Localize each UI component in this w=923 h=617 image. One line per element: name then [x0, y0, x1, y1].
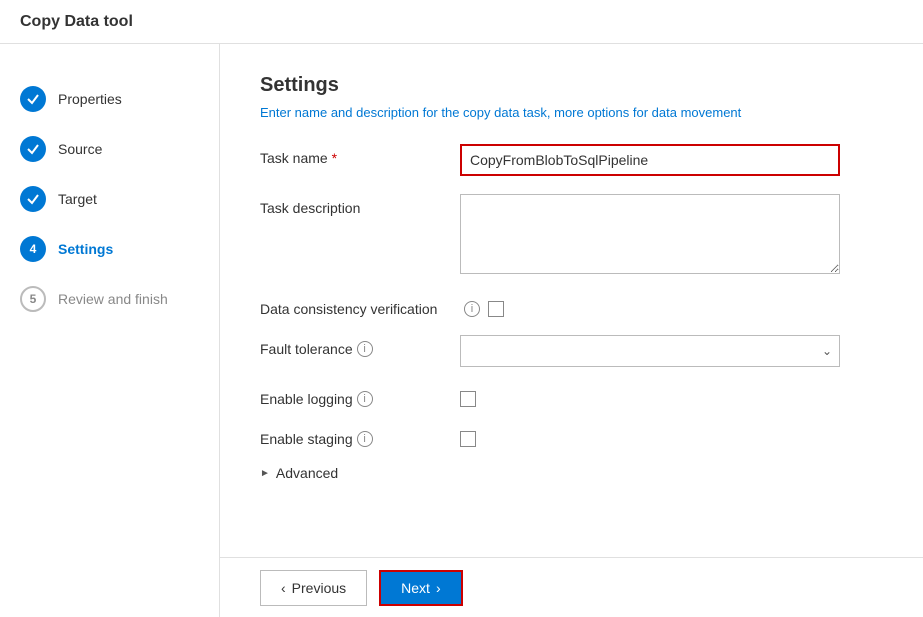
sidebar-item-source[interactable]: Source: [0, 124, 219, 174]
enable-staging-checkbox[interactable]: [460, 431, 476, 447]
task-description-label: Task description: [260, 194, 460, 216]
next-chevron-icon: ›: [436, 580, 441, 596]
task-description-control: [460, 194, 840, 277]
data-consistency-label: Data consistency verification: [260, 295, 460, 317]
task-name-row: Task name *: [260, 144, 883, 176]
data-consistency-row: Data consistency verification i: [260, 295, 883, 317]
step-label-properties: Properties: [58, 91, 122, 107]
step-number-review: 5: [30, 292, 37, 306]
check-icon-source: [26, 142, 40, 156]
previous-button[interactable]: ‹ Previous: [260, 570, 367, 606]
step-circle-target: [20, 186, 46, 212]
step-circle-settings: 4: [20, 236, 46, 262]
sidebar-item-settings[interactable]: 4 Settings: [0, 224, 219, 274]
enable-logging-row: Enable logging i: [260, 385, 883, 407]
enable-staging-control: [460, 425, 840, 447]
content-area: Settings Enter name and description for …: [220, 44, 923, 617]
step-label-settings: Settings: [58, 241, 113, 257]
previous-chevron-icon: ‹: [281, 580, 286, 596]
required-indicator: *: [332, 150, 337, 166]
next-button[interactable]: Next ›: [379, 570, 462, 606]
fault-tolerance-label-wrap: Fault tolerance i: [260, 341, 460, 357]
task-name-input[interactable]: [460, 144, 840, 176]
advanced-arrow-icon: ►: [260, 468, 270, 479]
enable-logging-label: Enable logging i: [260, 385, 460, 407]
enable-staging-row: Enable staging i: [260, 425, 883, 447]
section-title: Settings: [260, 74, 883, 97]
app-title: Copy Data tool: [20, 13, 133, 31]
section-subtitle: Enter name and description for the copy …: [260, 105, 883, 120]
fault-tolerance-row: Fault tolerance i ⌄: [260, 335, 883, 367]
step-number-settings: 4: [30, 242, 37, 256]
enable-staging-checkbox-wrap: [460, 425, 840, 447]
enable-staging-info-icon: i: [357, 431, 373, 447]
sidebar-item-properties[interactable]: Properties: [0, 74, 219, 124]
data-consistency-checkbox-wrap: i: [460, 295, 840, 317]
enable-logging-checkbox[interactable]: [460, 391, 476, 407]
next-label: Next: [401, 580, 430, 596]
step-label-target: Target: [58, 191, 97, 207]
data-consistency-info-icon: i: [464, 301, 480, 317]
step-label-review: Review and finish: [58, 291, 168, 307]
fault-tolerance-control: ⌄: [460, 335, 840, 367]
enable-staging-label-wrap: Enable staging i: [260, 431, 460, 447]
sidebar: Properties Source Target 4: [0, 44, 220, 617]
footer: ‹ Previous Next ›: [220, 557, 923, 617]
advanced-row[interactable]: ► Advanced: [260, 465, 883, 481]
step-circle-review: 5: [20, 286, 46, 312]
fault-tolerance-info-icon: i: [357, 341, 373, 357]
title-bar: Copy Data tool: [0, 0, 923, 44]
task-description-row: Task description: [260, 194, 883, 277]
data-consistency-control: i: [460, 295, 840, 317]
task-name-control: [460, 144, 840, 176]
task-name-label: Task name *: [260, 144, 460, 166]
sidebar-item-target[interactable]: Target: [0, 174, 219, 224]
enable-logging-checkbox-wrap: [460, 385, 840, 407]
step-circle-source: [20, 136, 46, 162]
previous-label: Previous: [292, 580, 346, 596]
enable-staging-label: Enable staging i: [260, 425, 460, 447]
enable-logging-control: [460, 385, 840, 407]
content-scroll: Settings Enter name and description for …: [220, 44, 923, 557]
enable-logging-label-wrap: Enable logging i: [260, 391, 460, 407]
fault-tolerance-label: Fault tolerance i: [260, 335, 460, 357]
main-layout: Properties Source Target 4: [0, 44, 923, 617]
data-consistency-checkbox[interactable]: [488, 301, 504, 317]
step-label-source: Source: [58, 141, 102, 157]
fault-tolerance-select[interactable]: [460, 335, 840, 367]
step-circle-properties: [20, 86, 46, 112]
sidebar-item-review[interactable]: 5 Review and finish: [0, 274, 219, 324]
fault-tolerance-select-wrap: ⌄: [460, 335, 840, 367]
check-icon-target: [26, 192, 40, 206]
task-description-input[interactable]: [460, 194, 840, 274]
check-icon-properties: [26, 92, 40, 106]
advanced-label: Advanced: [276, 465, 338, 481]
enable-logging-info-icon: i: [357, 391, 373, 407]
